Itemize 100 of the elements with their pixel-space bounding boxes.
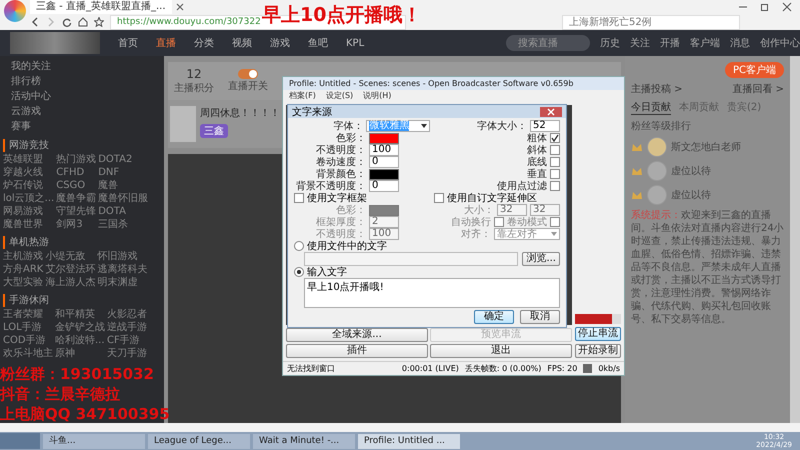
restore-icon[interactable]: [760, 2, 770, 12]
category-link[interactable]: 魔兽世界: [3, 218, 54, 231]
obs-button[interactable]: 退出: [430, 344, 572, 358]
header-link[interactable]: 消息: [730, 36, 750, 50]
streamer-name[interactable]: 三鑫: [200, 124, 228, 138]
number-field[interactable]: 2: [369, 216, 399, 228]
menu-item[interactable]: 档案(F): [289, 90, 316, 102]
taskbar-item[interactable]: 斗鱼...: [43, 434, 145, 448]
checkbox[interactable]: [550, 157, 560, 167]
category-link[interactable]: 主机游戏: [3, 250, 44, 263]
color-swatch[interactable]: [369, 168, 399, 180]
sidebar-item[interactable]: 排行榜: [3, 75, 161, 89]
category-link[interactable]: 王者荣耀: [3, 308, 53, 321]
start-button[interactable]: [0, 433, 40, 449]
nav-tab[interactable]: 鱼吧: [308, 36, 328, 50]
home-icon[interactable]: [78, 17, 88, 27]
file-path-field[interactable]: [304, 252, 518, 266]
number-field[interactable]: 100: [369, 144, 399, 156]
category-link[interactable]: 逆战手游: [107, 321, 147, 334]
sidebar-item[interactable]: 赛事: [3, 120, 161, 134]
category-link[interactable]: 剑网3: [56, 218, 96, 231]
category-link[interactable]: LOL手游: [3, 321, 53, 334]
close-icon[interactable]: [176, 3, 184, 11]
search-field[interactable]: 上海新增死亡52例: [562, 14, 740, 30]
category-link[interactable]: DNF: [98, 166, 148, 179]
category-link[interactable]: 方舟ARK: [3, 263, 44, 276]
nav-tab[interactable]: 分类: [194, 36, 214, 50]
checkbox[interactable]: [550, 145, 560, 155]
sidebar-item[interactable]: 活动中心: [3, 90, 161, 104]
checkbox[interactable]: [550, 181, 560, 191]
category-link[interactable]: CSGO: [56, 179, 96, 192]
obs-button[interactable]: 插件: [286, 344, 428, 358]
site-logo-icon[interactable]: [10, 32, 100, 54]
browser-tab[interactable]: 三鑫 - 直播_英雄联盟直播_...: [30, 0, 172, 14]
category-link[interactable]: 魔兽争霸: [56, 192, 96, 205]
category-link[interactable]: CF手游: [107, 334, 147, 347]
checkbox[interactable]: [550, 169, 560, 179]
header-link[interactable]: 历史: [600, 36, 620, 50]
ranking-tab[interactable]: 贵宾(2): [727, 100, 762, 115]
sidebar-item[interactable]: 我的关注: [3, 60, 161, 74]
record-button[interactable]: 开始录制: [575, 344, 621, 358]
category-link[interactable]: 艾尔登法环: [45, 263, 96, 276]
category-link[interactable]: 天刀手游: [107, 347, 147, 360]
number-field[interactable]: 52: [530, 120, 560, 132]
nav-tab[interactable]: 视频: [232, 36, 252, 50]
number-field[interactable]: 32: [497, 204, 527, 216]
menu-item[interactable]: 说明(H): [363, 90, 392, 102]
category-link[interactable]: 火影忍者: [107, 308, 147, 321]
header-link[interactable]: 开播: [660, 36, 680, 50]
category-link[interactable]: 魔兽怀旧服: [98, 192, 148, 205]
category-link[interactable]: 魔兽: [98, 179, 148, 192]
category-link[interactable]: 热门游戏: [56, 153, 96, 166]
taskbar-item[interactable]: Wait a Minute! -...: [253, 434, 355, 448]
category-link[interactable]: 小缇无敌: [45, 250, 96, 263]
browser-logo-icon[interactable]: [4, 0, 26, 22]
cancel-button[interactable]: 取消: [520, 310, 560, 324]
color-swatch[interactable]: [369, 132, 399, 144]
color-swatch[interactable]: [369, 204, 399, 216]
number-field[interactable]: 100: [369, 228, 399, 240]
category-link[interactable]: 哈利波特...: [55, 334, 105, 347]
taskbar-item[interactable]: Profile: Untitled ...: [358, 434, 460, 448]
menu-item[interactable]: 设定(S): [326, 90, 354, 102]
panel-link[interactable]: 直播回看 >: [732, 82, 784, 96]
radio-button[interactable]: [294, 241, 304, 251]
search-field[interactable]: 搜索直播: [506, 35, 590, 51]
number-field[interactable]: 0: [369, 156, 399, 168]
browse-button[interactable]: 浏览...: [522, 252, 560, 266]
category-link[interactable]: 明末渊虚: [97, 276, 148, 289]
ok-button[interactable]: 确定: [474, 310, 514, 324]
header-link[interactable]: 创作中心: [760, 36, 800, 50]
category-link[interactable]: lol云顶之...: [3, 192, 54, 205]
star-icon[interactable]: [94, 17, 104, 27]
stream-button[interactable]: 停止串流: [575, 327, 621, 341]
header-link[interactable]: 客户端: [690, 36, 720, 50]
category-link[interactable]: CFHD: [56, 166, 96, 179]
checkbox[interactable]: [434, 193, 444, 203]
category-link[interactable]: 怀旧游戏: [97, 250, 148, 263]
panel-link[interactable]: 主播投稿 >: [631, 82, 683, 96]
category-link[interactable]: DOTA2: [98, 153, 148, 166]
checkbox[interactable]: [550, 133, 560, 143]
header-link[interactable]: 关注: [630, 36, 650, 50]
category-link[interactable]: 欢乐斗地主: [3, 347, 53, 360]
text-input-area[interactable]: 早上10点开播哦!: [304, 278, 560, 308]
category-link[interactable]: 网易游戏: [3, 205, 54, 218]
taskbar-item[interactable]: League of Lege...: [148, 434, 250, 448]
toggle-switch[interactable]: [238, 69, 258, 79]
close-icon[interactable]: [782, 2, 792, 12]
sidebar-item[interactable]: 云游戏: [3, 105, 161, 119]
category-link[interactable]: 大型实验: [3, 276, 44, 289]
category-link[interactable]: 和平精英: [55, 308, 105, 321]
nav-tab[interactable]: 游戏: [270, 36, 290, 50]
number-field[interactable]: 0: [369, 180, 399, 192]
checkbox[interactable]: [494, 217, 504, 227]
client-button[interactable]: PC客户端: [724, 62, 784, 78]
category-link[interactable]: DOTA: [98, 205, 148, 218]
reload-icon[interactable]: [62, 17, 72, 27]
category-link[interactable]: 穿越火线: [3, 166, 54, 179]
category-link[interactable]: 原神: [55, 347, 105, 360]
font-dropdown[interactable]: 微软雅黑: [366, 120, 430, 132]
back-icon[interactable]: [30, 17, 40, 27]
